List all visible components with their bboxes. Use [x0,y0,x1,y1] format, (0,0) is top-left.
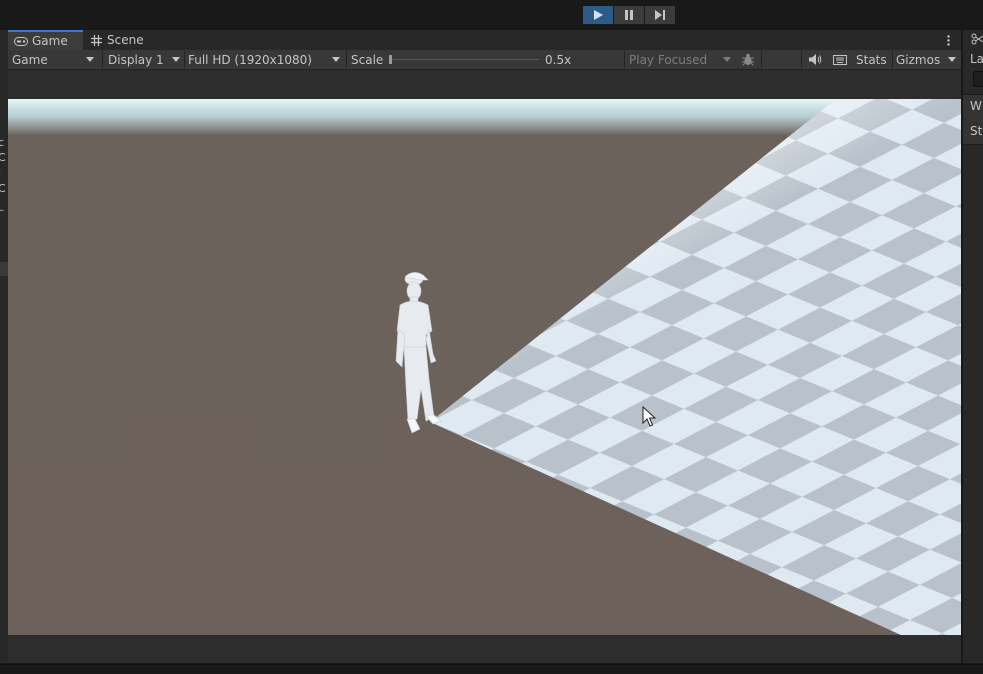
right-panel-item-label: W [970,99,982,113]
viewport-top-band [8,70,961,99]
chevron-down-icon [172,57,180,62]
left-panel-fragment: _ [0,198,4,211]
play-mode-label: Play Focused [629,52,708,67]
scale-value: 0.5x [545,52,572,67]
left-panel-fragment: l [0,167,1,180]
resolution-label: Full HD (1920x1080) [188,52,312,67]
viewport-bottom-band [8,635,961,663]
play-controls [583,6,675,24]
play-mode-dropdown[interactable]: Play Focused [625,50,735,69]
tab-scene[interactable]: Scene [91,30,161,50]
display-label: Display 1 [108,52,164,67]
keyboard-toggle[interactable] [829,50,851,69]
mode-label: Game [12,52,48,67]
game-viewport[interactable] [8,99,961,635]
top-bar [0,0,983,30]
divider [102,51,103,68]
scissors-icon [971,33,983,45]
gizmos-button[interactable]: Gizmos [892,50,942,69]
tab-menu-button[interactable] [943,30,953,50]
game-toolbar: Game Display 1 Full HD (1920x1080) Scale… [8,50,961,70]
right-panel-item[interactable]: W [963,94,983,120]
right-panel-item[interactable]: St [963,119,983,145]
right-panel-search-field[interactable] [973,71,983,87]
play-icon [594,10,603,20]
stats-button[interactable]: Stats [852,50,892,69]
tab-game-label: Game [32,34,68,48]
gamepad-icon [14,36,28,46]
kebab-menu-icon [946,34,950,46]
divider [761,51,762,68]
right-panel-label: La [970,52,983,66]
grid-icon [91,34,102,46]
left-panel-selection[interactable] [0,262,8,276]
chevron-down-icon [723,57,731,62]
tab-scene-label: Scene [107,33,144,47]
left-panel-fragment: C [0,151,6,164]
bug-button[interactable] [736,50,760,69]
scale-slider[interactable] [389,55,539,64]
bug-icon [742,53,754,66]
pause-icon [625,10,633,20]
step-icon [655,10,665,20]
right-panel-item-label: St [970,124,983,138]
chevron-down-icon [86,57,94,62]
game-view-render [8,99,961,635]
right-panel-edge: La W St [962,30,983,663]
tab-game[interactable]: Game [8,30,83,50]
left-panel-fragment: C [0,182,6,195]
tab-strip: Game Scene [8,30,961,50]
keyboard-icon [833,54,847,65]
pause-button[interactable] [614,6,644,24]
left-panel-fragment: c [0,136,5,149]
play-button[interactable] [583,6,613,24]
chevron-down-icon [948,57,956,62]
speaker-icon [808,54,821,65]
step-button[interactable] [645,6,675,24]
mode-dropdown[interactable]: Game [8,50,100,69]
scale-label: Scale [351,52,384,67]
scale-slider-handle[interactable] [389,55,392,64]
audio-toggle[interactable] [804,50,826,69]
display-dropdown[interactable]: Display 1 [104,50,184,69]
left-panel-edge: c C l C _ [0,30,8,663]
gizmos-dropdown[interactable] [942,50,961,69]
chevron-down-icon [332,57,340,62]
resolution-dropdown[interactable]: Full HD (1920x1080) [184,50,344,69]
divider [801,51,802,68]
